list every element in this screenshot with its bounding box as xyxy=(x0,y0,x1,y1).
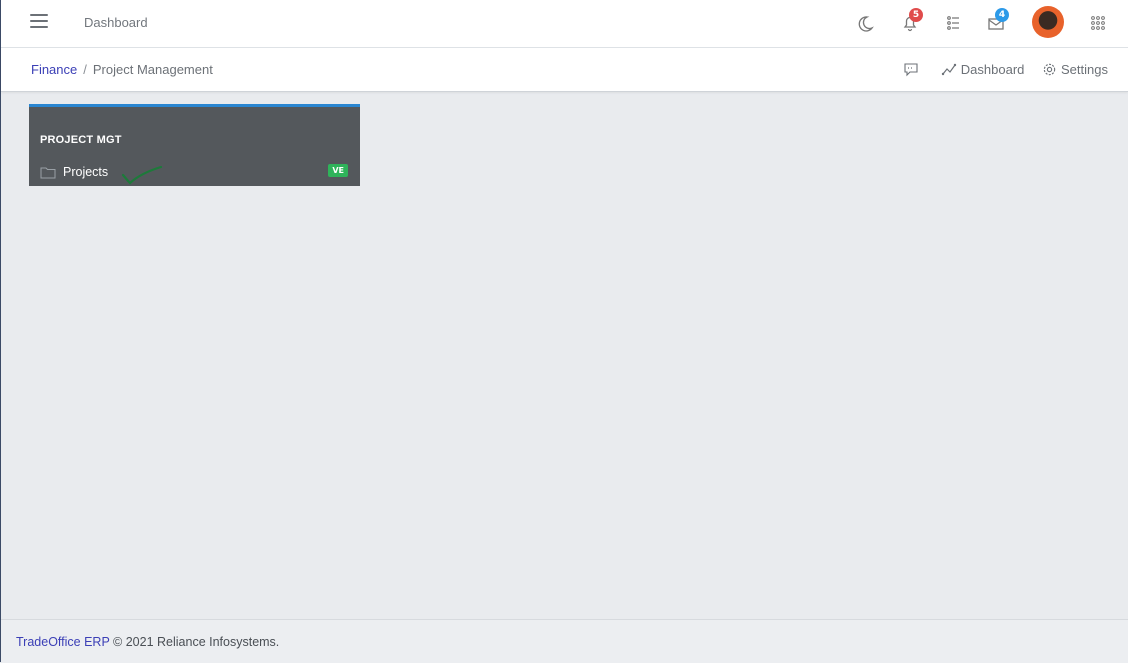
subheader-actions: Dashboard Settings xyxy=(889,61,1108,80)
footer-text: TradeOffice ERP © 2021 Reliance Infosyst… xyxy=(16,635,279,649)
footer: TradeOffice ERP © 2021 Reliance Infosyst… xyxy=(1,619,1128,663)
card-title: PROJECT MGT xyxy=(40,134,122,146)
menu-icon[interactable] xyxy=(30,14,48,30)
notification-count-badge: 5 xyxy=(909,8,923,22)
project-mgt-card: PROJECT MGT Projects VE xyxy=(29,104,360,186)
messages-button[interactable]: 4 xyxy=(985,8,1009,34)
page-title: Dashboard xyxy=(84,15,148,30)
dashboard-button[interactable]: Dashboard xyxy=(941,61,1025,77)
gear-icon xyxy=(1043,63,1056,76)
card-item-projects[interactable]: Projects xyxy=(40,165,108,179)
dashboard-button-label: Dashboard xyxy=(960,61,1025,77)
notifications-button[interactable]: 5 xyxy=(899,8,923,34)
list-icon[interactable] xyxy=(943,12,965,34)
footer-brand-link[interactable]: TradeOffice ERP xyxy=(16,635,110,649)
settings-button-label: Settings xyxy=(1061,62,1108,77)
message-count-badge: 4 xyxy=(995,8,1009,22)
footer-copyright: © 2021 Reliance Infosystems. xyxy=(113,635,280,649)
folder-icon xyxy=(40,167,56,178)
apps-grid-icon[interactable] xyxy=(1087,12,1109,34)
chat-icon xyxy=(904,63,918,77)
top-navbar: Dashboard 5 4 xyxy=(1,0,1128,48)
chat-button[interactable] xyxy=(903,61,923,77)
user-avatar[interactable] xyxy=(1032,6,1064,38)
moon-icon[interactable] xyxy=(854,12,876,34)
settings-button[interactable]: Settings xyxy=(1042,62,1108,77)
checkmark-annotation-icon xyxy=(121,165,163,185)
analytics-icon xyxy=(941,63,956,76)
breadcrumb-separator: / xyxy=(83,62,87,77)
breadcrumb-current: Project Management xyxy=(92,62,213,77)
card-item-label: Projects xyxy=(63,165,109,179)
breadcrumb-finance-link[interactable]: Finance xyxy=(31,62,77,77)
subheader: Finance / Project Management Dashboard Set… xyxy=(1,48,1128,92)
status-badge: VE xyxy=(328,164,348,177)
breadcrumb: Finance / Project Management xyxy=(31,62,213,77)
